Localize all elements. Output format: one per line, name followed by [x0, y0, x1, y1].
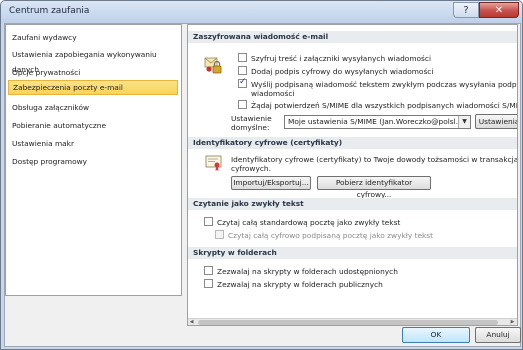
sidebar-item-programmatic-access[interactable]: Dostęp programowy — [8, 154, 178, 169]
read-standard-plaintext-label: Czytaj całą standardową pocztę jako zwyk… — [217, 218, 401, 227]
scroll-right-icon[interactable]: ▶ — [509, 319, 516, 325]
scrollbar-thumb[interactable] — [198, 320, 498, 325]
trust-center-window: Centrum zaufania ? ✕ Zaufani wydawcy Ust… — [0, 0, 523, 350]
close-button[interactable]: ✕ — [479, 2, 519, 18]
section-header-certificates: Identyfikatory cyfrowe (certyfikaty) — [188, 137, 517, 149]
scroll-left-icon[interactable]: ◀ — [188, 319, 195, 325]
lock-envelope-icon — [204, 57, 222, 74]
horizontal-scrollbar[interactable]: ◀ ▶ — [188, 318, 517, 325]
sidebar: Zaufani wydawcy Ustawienia zapobiegania … — [5, 24, 182, 296]
default-setting-dropdown[interactable]: Moje ustawienia S/MIME (Jan.Woreczko@pol… — [284, 115, 471, 129]
sidebar-item-privacy[interactable]: Opcje prywatności — [8, 65, 178, 80]
section-header-encrypted: Zaszyfrowana wiadomość e-mail — [188, 31, 517, 43]
sidebar-item-email-security[interactable]: Zabezpieczenia poczty e-mail — [8, 80, 178, 95]
certificate-icon — [205, 155, 222, 171]
sidebar-item-macros[interactable]: Ustawienia makr — [8, 136, 178, 151]
default-setting-label: Ustawienie — [231, 114, 272, 123]
sidebar-item-attachments[interactable]: Obsługa załączników — [8, 100, 178, 115]
request-smime-receipt-checkbox[interactable] — [238, 100, 247, 109]
default-setting-value: Moje ustawienia S/MIME (Jan.Woreczko@pol… — [288, 117, 468, 126]
encrypt-contents-checkbox[interactable] — [238, 53, 247, 62]
allow-public-scripts-checkbox[interactable] — [204, 279, 213, 288]
send-cleartext-signed-label: Wyślij podpisaną wiadomość tekstem zwykł… — [251, 80, 518, 89]
title-bar[interactable]: Centrum zaufania ? ✕ — [1, 1, 522, 23]
cancel-button[interactable]: Anuluj — [475, 327, 521, 343]
section-header-folder-scripts: Skrypty w folderach — [188, 247, 517, 259]
certificates-description: Identyfikatory cyfrowe (certyfikaty) to … — [231, 155, 518, 164]
read-signed-plaintext-checkbox[interactable] — [215, 230, 224, 239]
read-standard-plaintext-checkbox[interactable] — [204, 217, 213, 226]
default-setting-label-cont: domyślne: — [231, 123, 270, 132]
import-export-button[interactable]: Importuj/Eksportuj... — [231, 176, 311, 190]
request-smime-receipt-label: Żądaj potwierdzeń S/MIME dla wszystkich … — [251, 101, 518, 110]
sidebar-item-auto-download[interactable]: Pobieranie automatyczne — [8, 118, 178, 133]
section-header-plain-text: Czytanie jako zwykły tekst — [188, 198, 517, 210]
allow-shared-scripts-checkbox[interactable] — [204, 266, 213, 275]
ok-button[interactable]: OK — [402, 327, 470, 343]
settings-button[interactable]: Ustawienia — [475, 114, 517, 129]
send-cleartext-signed-label-cont: wiadomości — [251, 89, 295, 98]
add-signature-label: Dodaj podpis cyfrowy do wysyłanych wiado… — [251, 67, 434, 76]
chevron-down-icon: ▼ — [458, 116, 470, 128]
window-title: Centrum zaufania — [9, 6, 90, 16]
send-cleartext-signed-checkbox[interactable] — [238, 77, 247, 88]
get-digital-id-button[interactable]: Pobierz identyfikator cyfrowy... — [317, 176, 431, 199]
sidebar-item-trusted-publishers[interactable]: Zaufani wydawcy — [8, 30, 178, 45]
sidebar-item-dep-settings[interactable]: Ustawienia zapobiegania wykonywaniu dany… — [8, 47, 178, 74]
add-signature-checkbox[interactable] — [238, 66, 247, 75]
certificates-description-cont: cyfrowych. — [231, 164, 271, 173]
help-button[interactable]: ? — [453, 2, 479, 18]
allow-public-scripts-label: Zezwalaj na skrypty w folderach publiczn… — [217, 280, 383, 289]
encrypt-contents-label: Szyfruj treść i załączniki wysyłanych wi… — [251, 54, 432, 63]
read-signed-plaintext-label: Czytaj całą cyfrowo podpisaną pocztę jak… — [228, 231, 434, 240]
settings-panel: Zaszyfrowana wiadomość e-mail Szyfruj tr… — [187, 24, 518, 326]
allow-shared-scripts-label: Zezwalaj na skrypty w folderach udostępn… — [217, 267, 398, 276]
